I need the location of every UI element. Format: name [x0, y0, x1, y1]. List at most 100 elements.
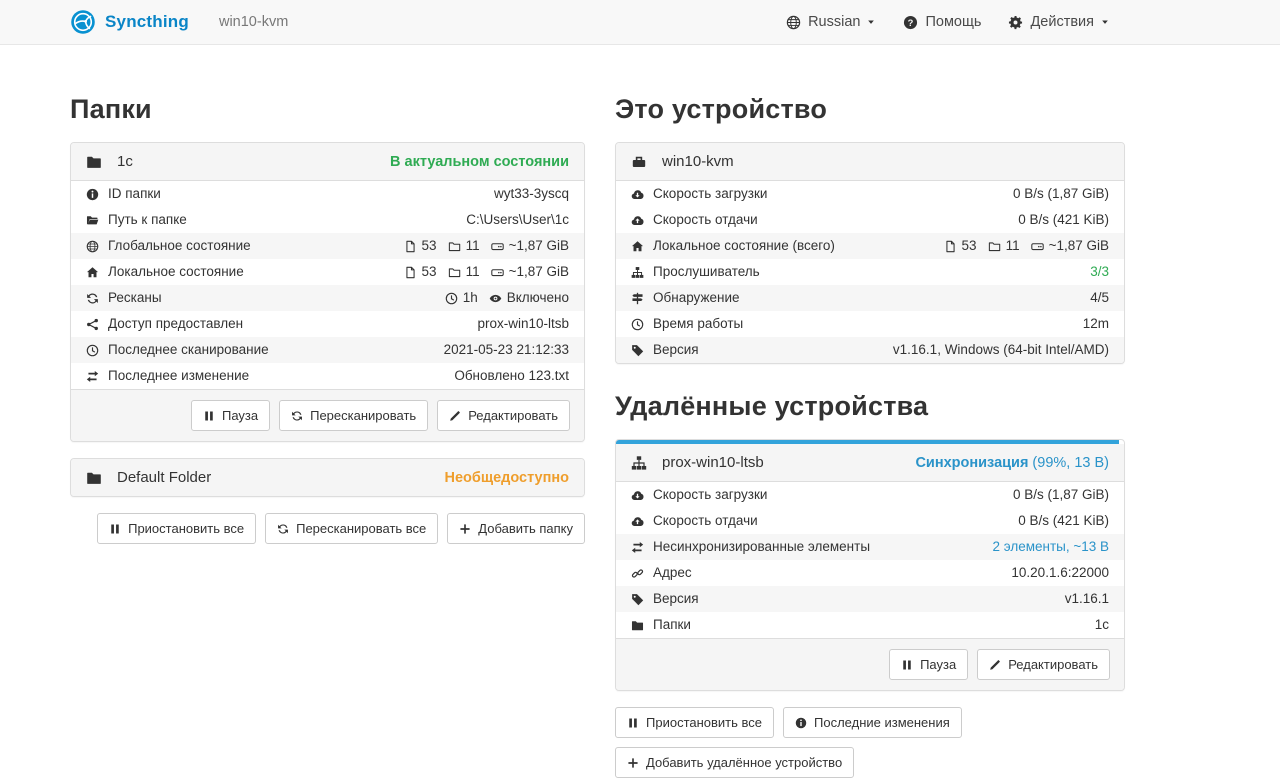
status-badge: В актуальном состоянии — [390, 154, 569, 170]
this-device-panel-win10-kvm: win10-kvm Скорость загрузки 0 B/s (1,87 … — [615, 142, 1125, 364]
file-icon — [404, 266, 417, 279]
panel-title: win10-kvm — [662, 153, 734, 170]
folder-panel-1c: 1c В актуальном состоянии ID папки wyt33… — [70, 142, 585, 442]
detail-value: Обновлено 123.txt — [454, 368, 569, 384]
detail-row: Доступ предоставлен prox-win10-ltsb — [71, 311, 584, 337]
detail-value: prox-win10-ltsb — [477, 316, 569, 332]
pause-all-devices-button[interactable]: Приостановить все — [615, 707, 774, 738]
actions-menu[interactable]: Действия — [1008, 14, 1110, 30]
detail-value: v1.16.1, Windows (64-bit Intel/AMD) — [893, 342, 1109, 358]
detail-row: Папки 1c — [616, 612, 1124, 638]
detail-label: Доступ предоставлен — [86, 316, 243, 332]
rescan-all-button[interactable]: Пересканировать все — [265, 513, 438, 544]
brand-title[interactable]: Syncthing — [105, 12, 189, 32]
panel-body: ID папки wyt33-3yscq Путь к папке C:\Use… — [71, 180, 584, 389]
value-segment: Обновлено 123.txt — [454, 368, 569, 384]
detail-row: Последнее сканирование 2021-05-23 21:12:… — [71, 337, 584, 363]
value-segment: 1c — [1095, 617, 1109, 633]
pause-icon — [901, 659, 913, 671]
navbar: Syncthing win10-kvm Russian Помощь Дейст… — [0, 0, 1280, 45]
value-segment: v1.16.1, Windows (64-bit Intel/AMD) — [893, 342, 1109, 358]
folder-panel-default-folder: Default Folder Необщедоступно — [70, 458, 585, 497]
panel-body: Скорость загрузки 0 B/s (1,87 GiB) Скоро… — [616, 481, 1124, 638]
detail-value: 3/3 — [1090, 264, 1109, 280]
detail-row: Последнее изменение Обновлено 123.txt — [71, 363, 584, 389]
info-icon — [795, 717, 807, 729]
pause-device-button[interactable]: Пауза — [889, 649, 968, 680]
detail-label: Обнаружение — [631, 290, 740, 306]
panel-heading[interactable]: Default Folder Необщедоступно — [71, 459, 584, 496]
add-folder-button[interactable]: Добавить папку — [447, 513, 585, 544]
detail-label: Локальное состояние (всего) — [631, 238, 835, 254]
caret-down-icon — [866, 17, 876, 27]
folder-outline-icon — [988, 240, 1001, 253]
panel-heading[interactable]: 1c В актуальном состоянии — [71, 143, 584, 180]
detail-label: Несинхронизированные элементы — [631, 539, 870, 555]
detail-label: Ресканы — [86, 290, 162, 306]
detail-label: ID папки — [86, 186, 161, 202]
edit-button[interactable]: Редактировать — [437, 400, 570, 431]
panel-heading[interactable]: win10-kvm — [616, 143, 1124, 180]
detail-label: Скорость отдачи — [631, 513, 758, 529]
detail-row: Версия v1.16.1 — [616, 586, 1124, 612]
refresh-icon — [277, 523, 289, 535]
language-menu[interactable]: Russian — [786, 14, 876, 30]
pause-icon — [203, 410, 215, 422]
add-remote-device-button[interactable]: Добавить удалённое устройство — [615, 747, 854, 778]
detail-row: Локальное состояние 5311~1,87 GiB — [71, 259, 584, 285]
plus-icon — [627, 757, 639, 769]
device-icon — [631, 154, 647, 170]
detail-label: Прослушиватель — [631, 264, 760, 280]
caret-down-icon — [1100, 17, 1110, 27]
out-of-sync-items-link[interactable]: 2 элементы, ~13 B — [992, 539, 1109, 555]
value-segment: ~1,87 GiB — [491, 238, 569, 254]
value-segment: 12m — [1083, 316, 1109, 332]
link-icon — [631, 567, 644, 580]
plus-icon — [459, 523, 471, 535]
remote-devices-heading: Удалённые устройства — [615, 391, 1125, 422]
pause-all-folders-button[interactable]: Приостановить все — [97, 513, 256, 544]
navbar-menu: Russian Помощь Действия — [786, 14, 1110, 30]
recent-changes-button[interactable]: Последние изменения — [783, 707, 962, 738]
detail-label: Скорость отдачи — [631, 212, 758, 228]
cloud-up-icon — [631, 515, 644, 528]
pause-icon — [109, 523, 121, 535]
panel-heading[interactable]: prox-win10-ltsb Синхронизация(99%, 13 B) — [616, 444, 1124, 481]
help-menu[interactable]: Помощь — [903, 14, 981, 30]
device-hostname: win10-kvm — [219, 14, 288, 30]
folder-open-icon — [86, 214, 99, 227]
detail-value: 5311~1,87 GiB — [944, 238, 1109, 254]
refresh-icon — [291, 410, 303, 422]
detail-label: Локальное состояние — [86, 264, 244, 280]
eye-icon — [489, 292, 502, 305]
panel-title: 1c — [117, 153, 133, 170]
value-segment: wyt33-3yscq — [494, 186, 569, 202]
folder-actions: Приостановить все Пересканировать все До… — [70, 513, 585, 544]
detail-value: 0 B/s (421 KiB) — [1018, 513, 1109, 529]
remote-device-panel-prox-win10-ltsb: prox-win10-ltsb Синхронизация(99%, 13 B)… — [615, 439, 1125, 691]
value-segment: 53 — [404, 264, 437, 280]
main-content: Папки 1c В актуальном состоянии ID папки… — [70, 45, 1125, 778]
detail-row: ID папки wyt33-3yscq — [71, 181, 584, 207]
value-segment: 10.20.1.6:22000 — [1011, 565, 1109, 581]
pencil-icon — [449, 410, 461, 422]
value-segment: 11 — [448, 264, 480, 280]
sitemap-icon — [631, 455, 647, 471]
pause-button[interactable]: Пауза — [191, 400, 270, 431]
detail-value: v1.16.1 — [1065, 591, 1109, 607]
detail-value: 5311~1,87 GiB — [404, 264, 569, 280]
detail-row: Скорость загрузки 0 B/s (1,87 GiB) — [616, 181, 1124, 207]
value-segment: v1.16.1 — [1065, 591, 1109, 607]
value-segment: 11 — [448, 238, 480, 254]
rescan-button[interactable]: Пересканировать — [279, 400, 428, 431]
detail-value: 4/5 — [1090, 290, 1109, 306]
detail-label: Версия — [631, 342, 699, 358]
file-icon — [404, 240, 417, 253]
detail-row: Адрес 10.20.1.6:22000 — [616, 560, 1124, 586]
detail-label: Скорость загрузки — [631, 186, 767, 202]
detail-label: Папки — [631, 617, 691, 633]
edit-device-button[interactable]: Редактировать — [977, 649, 1110, 680]
detail-row: Версия v1.16.1, Windows (64-bit Intel/AM… — [616, 337, 1124, 363]
detail-row: Обнаружение 4/5 — [616, 285, 1124, 311]
detail-value: 2021-05-23 21:12:33 — [444, 342, 569, 358]
